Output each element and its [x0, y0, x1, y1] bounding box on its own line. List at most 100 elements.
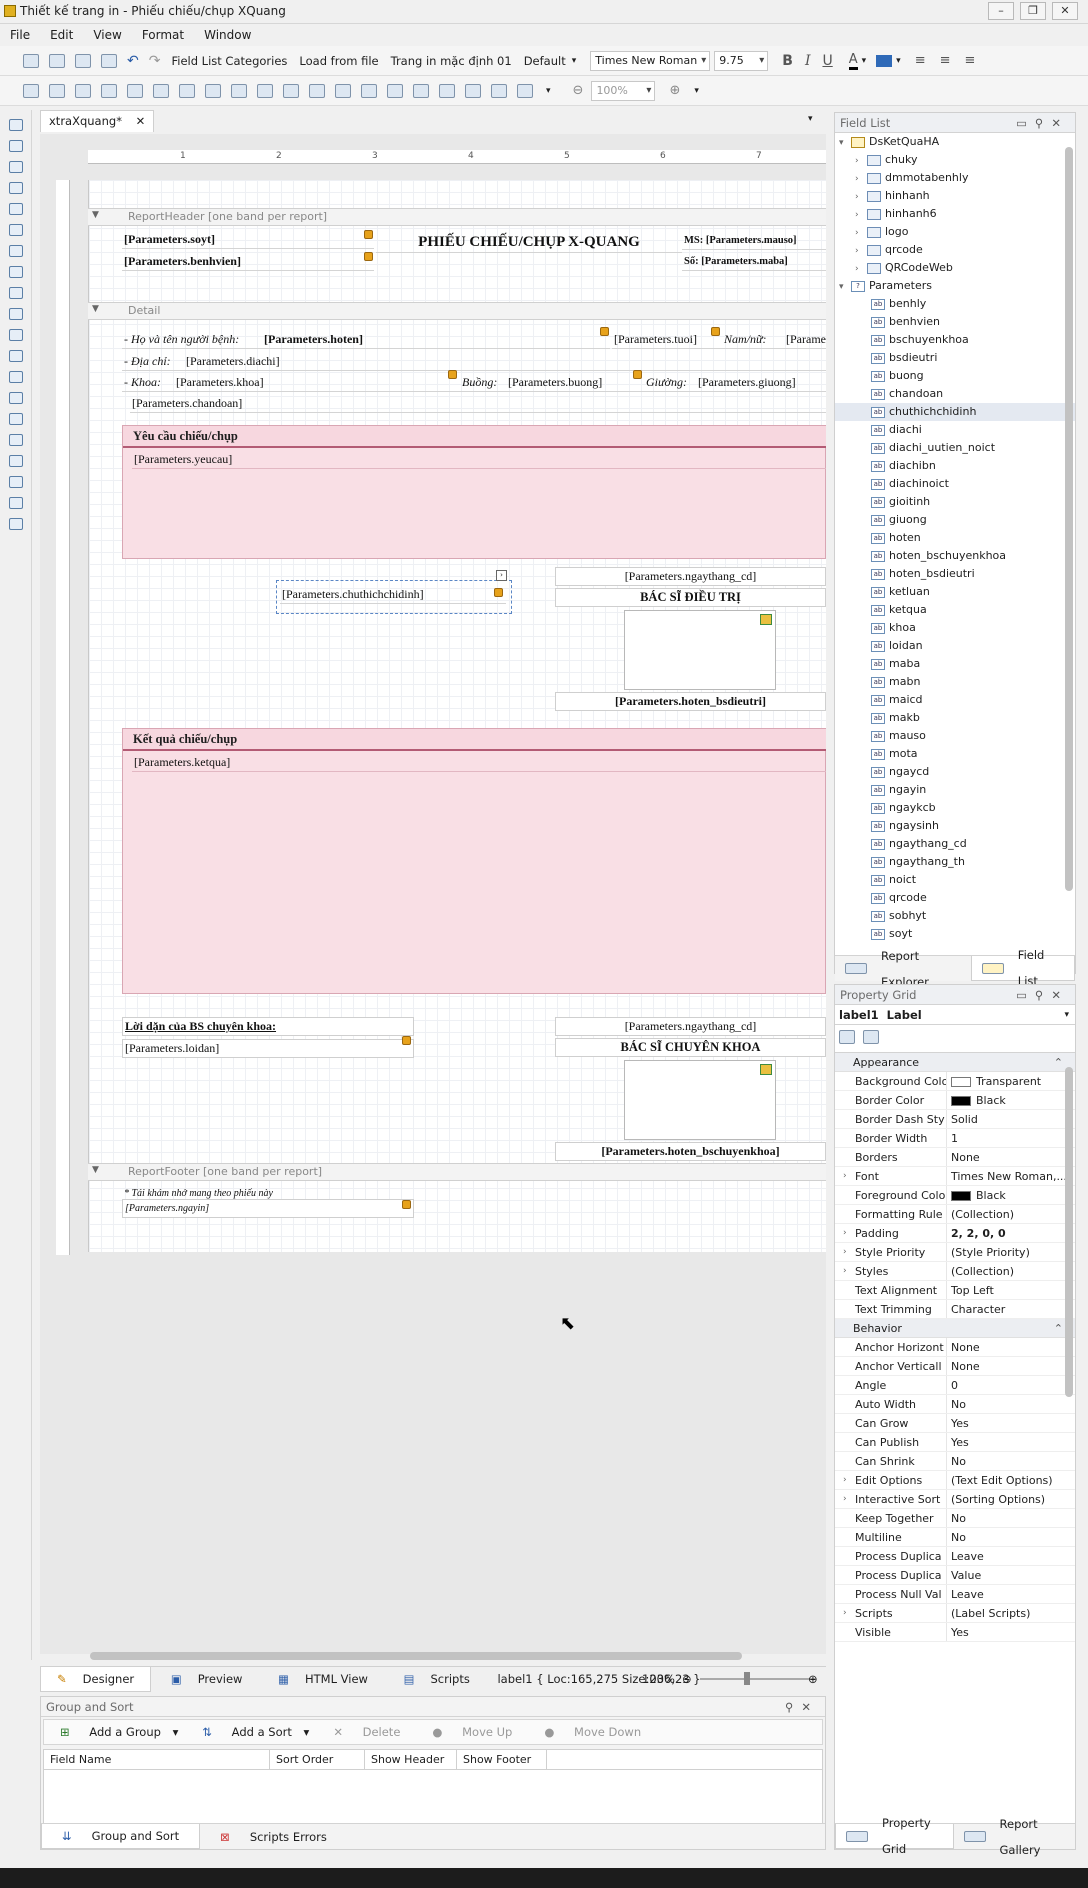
maximize-button[interactable]: ❐ — [1020, 2, 1046, 20]
zoom-dropdown-icon[interactable]: ▾ — [694, 86, 699, 96]
tree-parameter-node[interactable]: ab giuong — [835, 511, 1075, 529]
tree-parameter-node[interactable]: ab ngaythang_cd — [835, 835, 1075, 853]
tree-parameter-node[interactable]: ab bsdieutri — [835, 349, 1075, 367]
tree-parameter-node[interactable]: ab hoten — [835, 529, 1075, 547]
table-tool-icon[interactable] — [8, 245, 23, 257]
center-horizontally-icon[interactable] — [439, 83, 455, 98]
categorized-view-icon[interactable] — [839, 1030, 855, 1044]
menu-format[interactable]: Format — [132, 24, 194, 46]
yeucau-label[interactable]: [Parameters.yeucau] — [132, 451, 826, 469]
property-row[interactable]: Process Duplica Value — [835, 1566, 1075, 1585]
align-middles-icon[interactable] — [153, 83, 169, 98]
zoom-combo[interactable]: 100% — [591, 80, 656, 101]
align-centers-icon[interactable] — [75, 83, 91, 98]
minimize-button[interactable]: – — [988, 2, 1014, 20]
property-row[interactable]: Text Alignment Top Left — [835, 1281, 1075, 1300]
size-to-grid-icon[interactable] — [231, 83, 247, 98]
buong-label[interactable]: [Parameters.buong] — [506, 374, 646, 392]
property-row[interactable]: › Styles (Collection) — [835, 1262, 1075, 1281]
property-row[interactable]: Anchor Horizont None — [835, 1338, 1075, 1357]
center-vertically-icon[interactable] — [465, 83, 481, 98]
align-lefts-icon[interactable] — [49, 83, 65, 98]
tree-parameter-node[interactable]: ab mota — [835, 745, 1075, 763]
property-row[interactable]: Anchor Verticall None — [835, 1357, 1075, 1376]
subreport-tool-icon[interactable] — [8, 266, 23, 278]
report-footer-band[interactable]: ReportFooter [one band per report] — [88, 1163, 826, 1181]
default-page-button[interactable]: Trang in mặc định 01 — [391, 54, 512, 68]
tree-parameter-node[interactable]: ab gioitinh — [835, 493, 1075, 511]
tree-parameter-node[interactable]: ab buong — [835, 367, 1075, 385]
bold-icon[interactable]: B — [782, 53, 793, 69]
zoom-out-icon[interactable]: ⊖ — [573, 83, 584, 98]
tree-table-node[interactable]: › chuky — [835, 151, 1075, 169]
expand-node-icon[interactable]: › — [855, 224, 867, 242]
redo-icon[interactable]: ↷ — [149, 53, 161, 69]
move-down-button[interactable]: ● Move Down — [536, 1725, 649, 1739]
expand-node-icon[interactable]: › — [855, 242, 867, 260]
tree-parameter-node[interactable]: ab loidan — [835, 637, 1075, 655]
tab-preview[interactable]: ▣ Preview — [155, 1667, 259, 1691]
tab-designer[interactable]: ✎ Designer — [40, 1667, 152, 1692]
hoten-bsdieutri-label[interactable]: [Parameters.hoten_bsdieutri] — [555, 692, 826, 711]
tree-parameter-node[interactable]: ab ngaykcb — [835, 799, 1075, 817]
tab-property-grid[interactable]: Property Grid — [835, 1816, 954, 1856]
tab-scripts[interactable]: ▤ Scripts — [388, 1667, 486, 1691]
khoa-caption[interactable]: - Khoa: — [122, 374, 174, 392]
hoten-bschuyenkhoa-label[interactable]: [Parameters.hoten_bschuyenkhoa] — [555, 1142, 826, 1161]
property-row[interactable]: Border Dash Sty Solid — [835, 1110, 1075, 1129]
tree-parameter-node[interactable]: ab khoa — [835, 619, 1075, 637]
picture-tool-icon[interactable] — [8, 203, 23, 215]
property-row[interactable]: › Padding 2, 2, 0, 0 — [835, 1224, 1075, 1243]
back-color-dropdown-icon[interactable]: ▾ — [896, 56, 901, 66]
tree-table-node[interactable]: › hinhanh — [835, 187, 1075, 205]
toolbar-overflow-icon[interactable]: ▾ — [546, 86, 551, 96]
sum-tool-icon[interactable] — [8, 413, 23, 425]
gioitinh-label[interactable]: [Parame — [784, 331, 826, 349]
property-row[interactable]: Process Duplica Leave — [835, 1547, 1075, 1566]
style-combo[interactable]: Default — [524, 54, 566, 68]
tree-parameter-node[interactable]: ab bschuyenkhoa — [835, 331, 1075, 349]
tab-group-and-sort[interactable]: ⇊ Group and Sort — [41, 1824, 201, 1849]
font-color-dropdown-icon[interactable]: ▾ — [862, 56, 867, 66]
chandoan-label[interactable]: [Parameters.chandoan] — [130, 395, 826, 413]
paste-icon[interactable] — [101, 53, 117, 68]
property-row[interactable]: › Style Priority (Style Priority) — [835, 1243, 1075, 1262]
align-bottoms-icon[interactable] — [179, 83, 195, 98]
tree-parameter-node[interactable]: ab diachinoict — [835, 475, 1075, 493]
tree-root-node[interactable]: ▾ DsKetQuaHA — [835, 133, 1075, 151]
giuong-label[interactable]: [Parameters.giuong] — [696, 374, 826, 392]
tab-report-explorer[interactable]: Report Explorer — [835, 949, 971, 989]
ketqua-header[interactable]: Kết quả chiếu/chụp — [123, 729, 826, 751]
zoom-in-icon[interactable]: ⊕ — [669, 83, 680, 98]
horizontal-spacing-icon[interactable] — [309, 83, 325, 98]
gauge-tool-icon[interactable] — [8, 371, 23, 383]
panel-tool-icon[interactable] — [8, 224, 23, 236]
style-dropdown-icon[interactable]: ▾ — [572, 56, 577, 66]
panel-controls-icon[interactable]: ▭⚲✕ — [1016, 985, 1069, 1005]
property-row[interactable]: Visible Yes — [835, 1623, 1075, 1642]
align-center-icon[interactable]: ≡ — [940, 53, 951, 68]
align-to-grid-icon[interactable] — [23, 83, 39, 98]
close-tab-icon[interactable]: ✕ — [136, 114, 146, 128]
panel-controls-icon[interactable]: ▭⚲✕ — [1016, 113, 1069, 133]
tree-table-node[interactable]: › QRCodeWeb — [835, 259, 1075, 277]
make-same-height-icon[interactable] — [257, 83, 273, 98]
loidan-header[interactable]: Lời dặn của BS chuyên khoa: — [122, 1017, 414, 1036]
tree-parameter-node[interactable]: ab diachi — [835, 421, 1075, 439]
make-same-width-icon[interactable] — [205, 83, 221, 98]
collapse-node-icon[interactable]: ▾ — [839, 278, 851, 296]
benhvien-label[interactable]: [Parameters.benhvien] — [122, 253, 374, 271]
vertical-spacing-icon[interactable] — [413, 83, 429, 98]
font-name-combo[interactable]: Times New Roman — [590, 50, 711, 71]
col-field-name[interactable]: Field Name — [44, 1750, 270, 1769]
yeucau-header[interactable]: Yêu cầu chiếu/chụp — [123, 426, 826, 448]
tree-parameter-node[interactable]: ab ketluan — [835, 583, 1075, 601]
font-size-combo[interactable]: 9.75 — [714, 50, 769, 71]
pageinfo-tool-icon[interactable] — [8, 434, 23, 446]
tree-parameter-node[interactable]: ab ngaythang_th — [835, 853, 1075, 871]
property-row[interactable]: Can Publish Yes — [835, 1433, 1075, 1452]
tab-report-gallery[interactable]: Report Gallery — [954, 1817, 1075, 1857]
tree-parameter-node[interactable]: ab makb — [835, 709, 1075, 727]
pivot-tool-icon[interactable] — [8, 455, 23, 467]
label-tool-icon[interactable] — [8, 140, 23, 152]
